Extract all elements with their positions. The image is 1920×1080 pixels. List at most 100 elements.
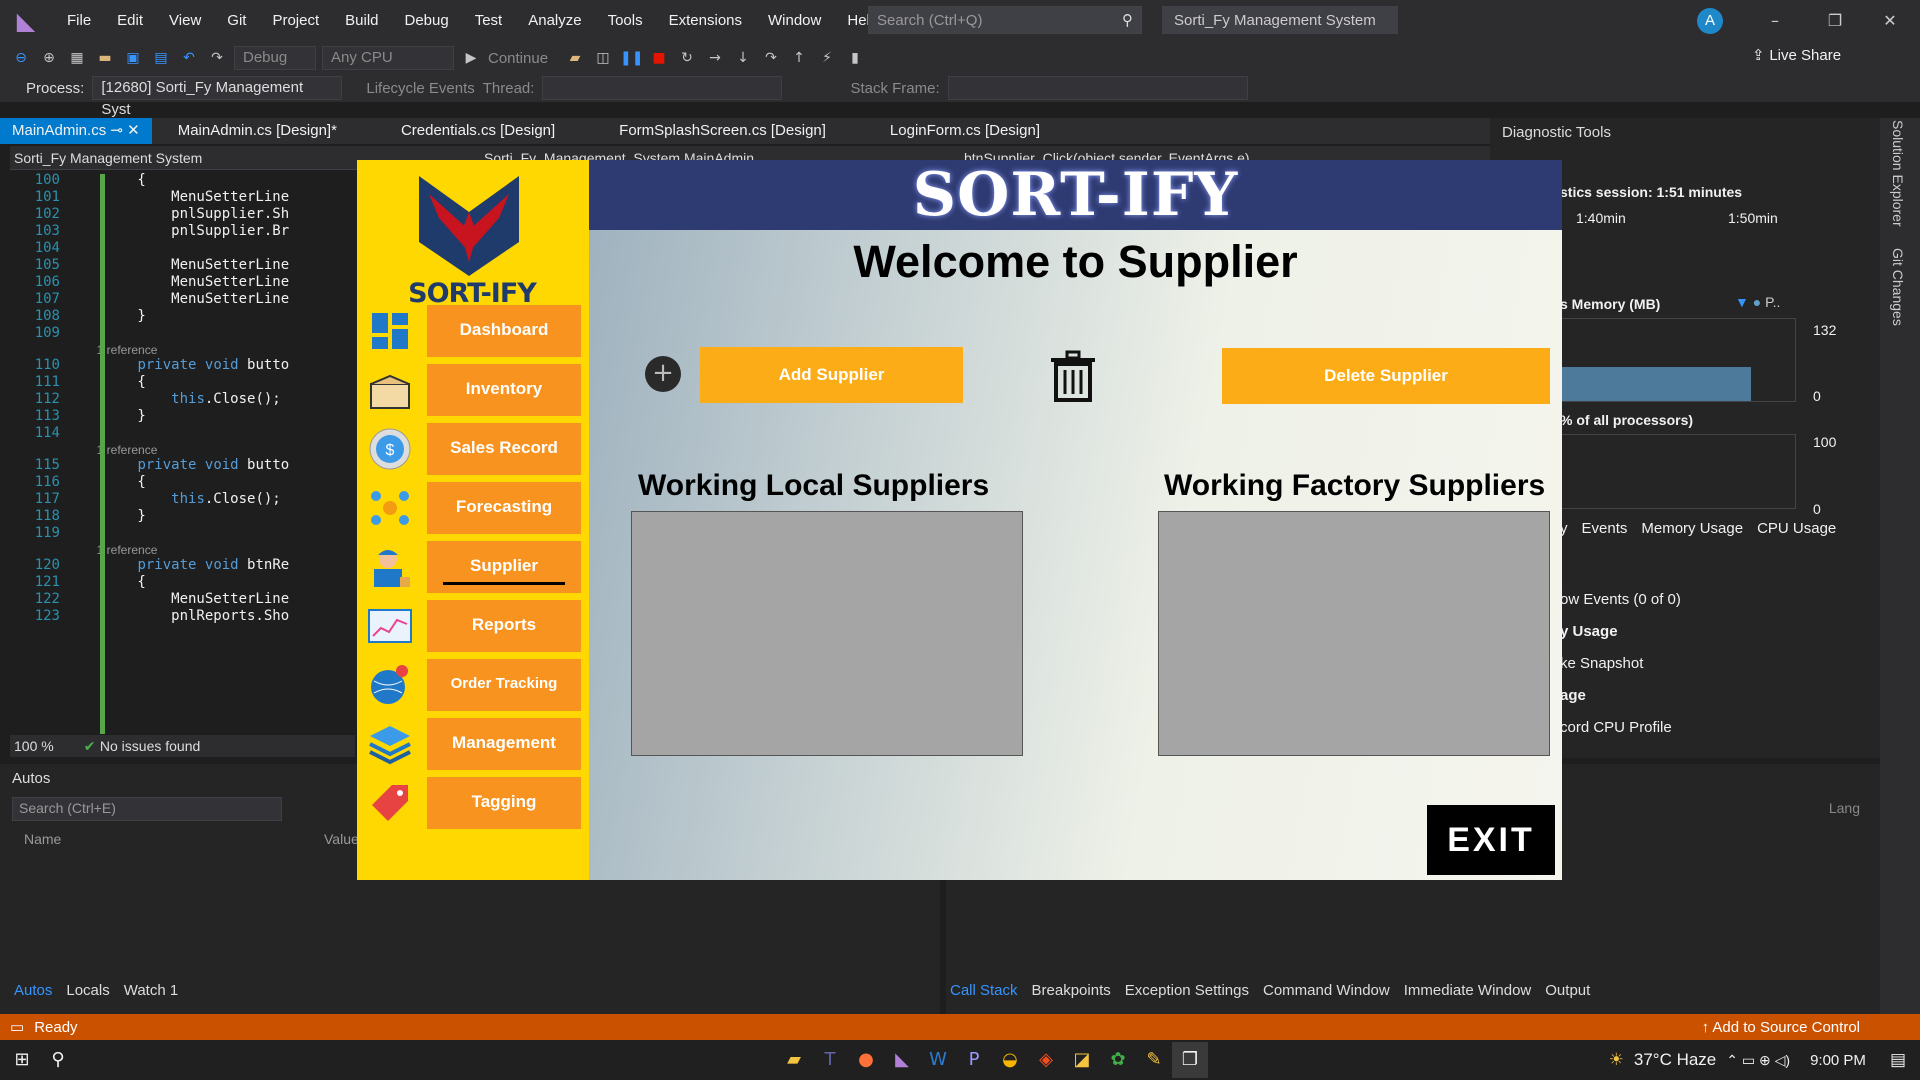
nav-tagging-button[interactable]: Tagging [427,777,581,829]
show-events-link[interactable]: ow Events (0 of 0) [1560,584,1681,616]
tab-watch1[interactable]: Watch 1 [124,982,178,999]
menu-analyze[interactable]: Analyze [515,0,594,42]
step-into-icon[interactable]: ↓ [732,47,754,69]
tab-events[interactable]: Events [1582,520,1628,537]
save-all-icon[interactable]: ▤ [150,47,172,69]
add-to-source-control[interactable]: ↑ Add to Source Control [1702,1019,1860,1036]
process-dropdown[interactable]: [12680] Sorti_Fy Management Syst [92,76,343,118]
tab-mainadmin-cs[interactable]: MainAdmin.cs ⊸ ✕ [0,118,152,144]
close-icon[interactable]: ✕ [1870,6,1910,36]
tab-mainadmin-design[interactable]: MainAdmin.cs [Design]* [166,118,349,144]
pin-icon[interactable]: ⊸ [110,122,123,139]
tab-splash-design[interactable]: FormSplashScreen.cs [Design] [607,118,838,144]
clock[interactable]: 9:00 PM [1810,1052,1866,1069]
bookmark-icon[interactable]: ▮ [844,47,866,69]
save-icon[interactable]: ▣ [122,47,144,69]
tab-login-design[interactable]: LoginForm.cs [Design] [878,118,1052,144]
filter-icon[interactable]: ▼ [1735,294,1753,310]
ide-search-input[interactable]: Search (Ctrl+Q) ⚲ [868,6,1142,34]
visual-studio-icon[interactable]: ◣ [884,1042,920,1078]
menu-file[interactable]: File [54,0,104,42]
teams-icon[interactable]: T [812,1042,848,1078]
tab-autos[interactable]: Autos [14,982,52,999]
menu-extensions[interactable]: Extensions [656,0,755,42]
tab-credentials-design[interactable]: Credentials.cs [Design] [389,118,567,144]
notifications-icon[interactable]: ▤ [1890,1050,1906,1070]
git-changes-tab[interactable]: Git Changes [1890,248,1906,326]
premiere-icon[interactable]: P [956,1042,992,1078]
minimize-icon[interactable]: – [1755,6,1795,36]
screenshot-icon[interactable]: ◫ [592,47,614,69]
menu-build[interactable]: Build [332,0,391,42]
record-cpu-profile-link[interactable]: cord CPU Profile [1560,712,1681,744]
exit-button[interactable]: EXIT [1427,805,1555,875]
menu-project[interactable]: Project [259,0,332,42]
restore-icon[interactable]: ❐ [1815,6,1855,36]
nav-supplier-button[interactable]: Supplier [427,541,581,593]
zoom-level[interactable]: 100 % [14,738,54,754]
solution-explorer-tab[interactable]: Solution Explorer [1890,120,1906,227]
account-avatar[interactable]: A [1697,8,1723,34]
stack-frame-dropdown[interactable] [947,76,1248,100]
lifecycle-events-dropdown[interactable]: Lifecycle Events [366,80,474,97]
local-suppliers-grid[interactable] [631,511,1023,756]
nav-reports-button[interactable]: Reports [427,600,581,652]
config-dropdown[interactable]: Debug [234,46,316,70]
redo-icon[interactable]: ↷ [206,47,228,69]
add-supplier-button[interactable]: Add Supplier [700,347,963,403]
tab-command-window[interactable]: Command Window [1263,982,1390,999]
tab-locals[interactable]: Locals [66,982,109,999]
tab-breakpoints[interactable]: Breakpoints [1032,982,1111,999]
continue-icon[interactable]: ▶ [460,47,482,69]
nav-forecasting-button[interactable]: Forecasting [427,482,581,534]
tab-cpu-usage[interactable]: CPU Usage [1757,520,1836,537]
live-share-button[interactable]: ⇪ Live Share [1752,46,1841,64]
search-icon[interactable]: ⚲ [40,1042,76,1078]
visual-studio-logo-icon[interactable]: ◣ [12,7,40,35]
tray-icons[interactable]: ⌃ ▭ ⊕ ◁) [1726,1052,1790,1069]
forward-icon[interactable]: ⊕ [38,47,60,69]
tab-exception-settings[interactable]: Exception Settings [1125,982,1249,999]
platform-dropdown[interactable]: Any CPU [322,46,454,70]
tab-immediate-window[interactable]: Immediate Window [1404,982,1532,999]
firefox-icon[interactable]: ● [848,1042,884,1078]
app-icon[interactable]: ◒ [992,1042,1028,1078]
menu-view[interactable]: View [156,0,214,42]
network-app-icon[interactable]: ✿ [1100,1042,1136,1078]
folder-icon[interactable]: ▰ [564,47,586,69]
nav-order-tracking-button[interactable]: Order Tracking [427,659,581,711]
menu-edit[interactable]: Edit [104,0,156,42]
pause-icon[interactable]: ❚❚ [620,47,643,69]
factory-suppliers-grid[interactable] [1158,511,1550,756]
stop-icon[interactable]: ■ [648,47,670,69]
running-app-icon[interactable]: ❐ [1172,1042,1208,1078]
menu-git[interactable]: Git [214,0,259,42]
open-icon[interactable]: ▬ [94,47,116,69]
new-project-icon[interactable]: ▦ [66,47,88,69]
nav-sales-record-button[interactable]: Sales Record [427,423,581,475]
close-tab-icon[interactable]: ✕ [127,122,140,139]
undo-icon[interactable]: ↶ [178,47,200,69]
back-icon[interactable]: ⊖ [10,47,32,69]
tab-call-stack[interactable]: Call Stack [950,982,1018,999]
code-line[interactable]: 123 pnlReports.Sho [10,606,355,627]
weather-label[interactable]: 37°C Haze [1634,1050,1716,1070]
code-editor[interactable]: 100 {101 MenuSetterLine 102 pnlSupplier.S… [10,170,355,735]
notes-icon[interactable]: ✎ [1136,1042,1172,1078]
windows-start-icon[interactable]: ⊞ [4,1042,40,1078]
tab-output[interactable]: Output [1545,982,1590,999]
menu-debug[interactable]: Debug [392,0,462,42]
step-over-icon[interactable]: ↷ [760,47,782,69]
menu-test[interactable]: Test [462,0,516,42]
step-out-icon[interactable]: ↑ [788,47,810,69]
file-explorer-icon[interactable]: ▰ [776,1042,812,1078]
take-snapshot-link[interactable]: ke Snapshot [1560,648,1681,680]
nav-inventory-button[interactable]: Inventory [427,364,581,416]
tab-memory-usage[interactable]: Memory Usage [1641,520,1743,537]
word-icon[interactable]: W [920,1042,956,1078]
show-next-statement-icon[interactable]: → [704,47,726,69]
autos-search-input[interactable]: Search (Ctrl+E) [12,797,282,821]
tool-icon[interactable]: ◪ [1064,1042,1100,1078]
continue-button[interactable]: Continue [488,50,558,67]
nav-dashboard-button[interactable]: Dashboard [427,305,581,357]
